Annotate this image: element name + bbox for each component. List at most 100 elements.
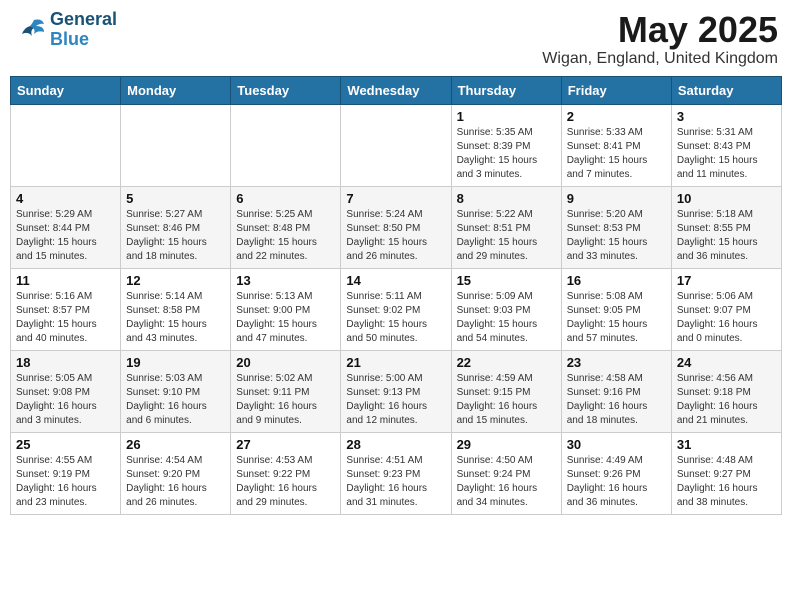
logo-text: General Blue	[50, 10, 117, 50]
calendar-cell: 26 Sunrise: 4:54 AM Sunset: 9:20 PM Dayli…	[121, 432, 231, 514]
day-number: 1	[457, 109, 556, 124]
calendar-title: May 2025	[542, 10, 778, 50]
calendar-cell: 12 Sunrise: 5:14 AM Sunset: 8:58 PM Dayli…	[121, 268, 231, 350]
day-info: Sunrise: 4:54 AM Sunset: 9:20 PM Dayligh…	[126, 454, 225, 510]
day-number: 14	[346, 273, 445, 288]
day-info: Sunrise: 5:22 AM Sunset: 8:51 PM Dayligh…	[457, 208, 556, 264]
day-number: 2	[567, 109, 666, 124]
calendar-cell	[121, 104, 231, 186]
calendar-cell: 30Sunrise: 4:49 AM Sunset: 9:26 PM Dayli…	[561, 432, 671, 514]
day-info: Sunrise: 5:18 AM Sunset: 8:55 PM Dayligh…	[677, 208, 776, 264]
day-number: 8	[457, 191, 556, 206]
day-number: 22	[457, 355, 556, 370]
day-number: 4	[16, 191, 115, 206]
day-info: Sunrise: 5:14 AM Sunset: 8:58 PM Dayligh…	[126, 290, 225, 346]
day-number: 12	[126, 273, 225, 288]
day-info: Sunrise: 5:13 AM Sunset: 9:00 PM Dayligh…	[236, 290, 335, 346]
day-info: Sunrise: 5:06 AM Sunset: 9:07 PM Dayligh…	[677, 290, 776, 346]
calendar-cell: 4 Sunrise: 5:29 AM Sunset: 8:44 PM Daylig…	[11, 186, 121, 268]
day-number: 23	[567, 355, 666, 370]
logo: General Blue	[14, 10, 117, 50]
day-info: Sunrise: 4:59 AM Sunset: 9:15 PM Dayligh…	[457, 372, 556, 428]
day-info: Sunrise: 5:35 AM Sunset: 8:39 PM Dayligh…	[457, 126, 556, 182]
page-header: General Blue May 2025 Wigan, England, Un…	[10, 10, 782, 68]
calendar-cell: 18 Sunrise: 5:05 AM Sunset: 9:08 PM Dayli…	[11, 350, 121, 432]
calendar-cell: 15 Sunrise: 5:09 AM Sunset: 9:03 PM Dayli…	[451, 268, 561, 350]
day-number: 18	[16, 355, 115, 370]
calendar-cell: 11 Sunrise: 5:16 AM Sunset: 8:57 PM Dayli…	[11, 268, 121, 350]
calendar-cell: 16 Sunrise: 5:08 AM Sunset: 9:05 PM Dayli…	[561, 268, 671, 350]
calendar-cell	[11, 104, 121, 186]
day-number: 15	[457, 273, 556, 288]
day-info: Sunrise: 5:11 AM Sunset: 9:02 PM Dayligh…	[346, 290, 445, 346]
calendar-cell: 10 Sunrise: 5:18 AM Sunset: 8:55 PM Dayli…	[671, 186, 781, 268]
day-info: Sunrise: 5:25 AM Sunset: 8:48 PM Dayligh…	[236, 208, 335, 264]
day-number: 17	[677, 273, 776, 288]
calendar-cell: 25 Sunrise: 4:55 AM Sunset: 9:19 PM Dayli…	[11, 432, 121, 514]
day-number: 19	[126, 355, 225, 370]
calendar-subtitle: Wigan, England, United Kingdom	[542, 50, 778, 68]
day-info: Sunrise: 4:55 AM Sunset: 9:19 PM Dayligh…	[16, 454, 115, 510]
day-number: 27	[236, 437, 335, 452]
day-info: Sunrise: 4:49 AM Sunset: 9:26 PM Dayligh…	[567, 454, 666, 510]
day-info: Sunrise: 4:53 AM Sunset: 9:22 PM Dayligh…	[236, 454, 335, 510]
day-number: 24	[677, 355, 776, 370]
day-number: 20	[236, 355, 335, 370]
day-number: 13	[236, 273, 335, 288]
day-info: Sunrise: 5:08 AM Sunset: 9:05 PM Dayligh…	[567, 290, 666, 346]
day-info: Sunrise: 4:51 AM Sunset: 9:23 PM Dayligh…	[346, 454, 445, 510]
calendar-cell: 24 Sunrise: 4:56 AM Sunset: 9:18 PM Dayli…	[671, 350, 781, 432]
calendar-week-row: 1 Sunrise: 5:35 AM Sunset: 8:39 PM Daylig…	[11, 104, 782, 186]
day-info: Sunrise: 5:02 AM Sunset: 9:11 PM Dayligh…	[236, 372, 335, 428]
day-info: Sunrise: 5:24 AM Sunset: 8:50 PM Dayligh…	[346, 208, 445, 264]
calendar-week-row: 4 Sunrise: 5:29 AM Sunset: 8:44 PM Daylig…	[11, 186, 782, 268]
day-number: 5	[126, 191, 225, 206]
calendar-cell: 2Sunrise: 5:33 AM Sunset: 8:41 PM Daylig…	[561, 104, 671, 186]
calendar-cell: 27 Sunrise: 4:53 AM Sunset: 9:22 PM Dayli…	[231, 432, 341, 514]
calendar-cell: 31 Sunrise: 4:48 AM Sunset: 9:27 PM Dayli…	[671, 432, 781, 514]
day-info: Sunrise: 5:16 AM Sunset: 8:57 PM Dayligh…	[16, 290, 115, 346]
day-number: 26	[126, 437, 225, 452]
day-info: Sunrise: 5:05 AM Sunset: 9:08 PM Dayligh…	[16, 372, 115, 428]
day-info: Sunrise: 5:09 AM Sunset: 9:03 PM Dayligh…	[457, 290, 556, 346]
day-number: 10	[677, 191, 776, 206]
day-number: 7	[346, 191, 445, 206]
calendar-cell: 21 Sunrise: 5:00 AM Sunset: 9:13 PM Dayli…	[341, 350, 451, 432]
day-info: Sunrise: 5:03 AM Sunset: 9:10 PM Dayligh…	[126, 372, 225, 428]
calendar-cell: 8 Sunrise: 5:22 AM Sunset: 8:51 PM Daylig…	[451, 186, 561, 268]
day-info: Sunrise: 4:56 AM Sunset: 9:18 PM Dayligh…	[677, 372, 776, 428]
column-header-tuesday: Tuesday	[231, 76, 341, 104]
day-info: Sunrise: 5:29 AM Sunset: 8:44 PM Dayligh…	[16, 208, 115, 264]
calendar-cell: 17 Sunrise: 5:06 AM Sunset: 9:07 PM Dayli…	[671, 268, 781, 350]
day-number: 25	[16, 437, 115, 452]
column-header-monday: Monday	[121, 76, 231, 104]
calendar-cell: 9 Sunrise: 5:20 AM Sunset: 8:53 PM Daylig…	[561, 186, 671, 268]
column-header-wednesday: Wednesday	[341, 76, 451, 104]
day-number: 31	[677, 437, 776, 452]
calendar-table: SundayMondayTuesdayWednesdayThursdayFrid…	[10, 76, 782, 515]
calendar-cell: 28Sunrise: 4:51 AM Sunset: 9:23 PM Dayli…	[341, 432, 451, 514]
day-info: Sunrise: 4:50 AM Sunset: 9:24 PM Dayligh…	[457, 454, 556, 510]
calendar-cell	[341, 104, 451, 186]
day-number: 16	[567, 273, 666, 288]
column-header-thursday: Thursday	[451, 76, 561, 104]
day-number: 21	[346, 355, 445, 370]
day-info: Sunrise: 5:20 AM Sunset: 8:53 PM Dayligh…	[567, 208, 666, 264]
calendar-cell: 6Sunrise: 5:25 AM Sunset: 8:48 PM Daylig…	[231, 186, 341, 268]
calendar-cell: 29Sunrise: 4:50 AM Sunset: 9:24 PM Dayli…	[451, 432, 561, 514]
day-info: Sunrise: 5:00 AM Sunset: 9:13 PM Dayligh…	[346, 372, 445, 428]
day-number: 11	[16, 273, 115, 288]
calendar-cell: 3Sunrise: 5:31 AM Sunset: 8:43 PM Daylig…	[671, 104, 781, 186]
calendar-week-row: 18 Sunrise: 5:05 AM Sunset: 9:08 PM Dayli…	[11, 350, 782, 432]
day-number: 3	[677, 109, 776, 124]
calendar-cell: 7 Sunrise: 5:24 AM Sunset: 8:50 PM Daylig…	[341, 186, 451, 268]
calendar-cell: 19 Sunrise: 5:03 AM Sunset: 9:10 PM Dayli…	[121, 350, 231, 432]
calendar-cell: 22 Sunrise: 4:59 AM Sunset: 9:15 PM Dayli…	[451, 350, 561, 432]
day-info: Sunrise: 4:48 AM Sunset: 9:27 PM Dayligh…	[677, 454, 776, 510]
column-header-sunday: Sunday	[11, 76, 121, 104]
day-number: 9	[567, 191, 666, 206]
day-info: Sunrise: 5:27 AM Sunset: 8:46 PM Dayligh…	[126, 208, 225, 264]
calendar-week-row: 11 Sunrise: 5:16 AM Sunset: 8:57 PM Dayli…	[11, 268, 782, 350]
calendar-cell: 13 Sunrise: 5:13 AM Sunset: 9:00 PM Dayli…	[231, 268, 341, 350]
calendar-cell	[231, 104, 341, 186]
